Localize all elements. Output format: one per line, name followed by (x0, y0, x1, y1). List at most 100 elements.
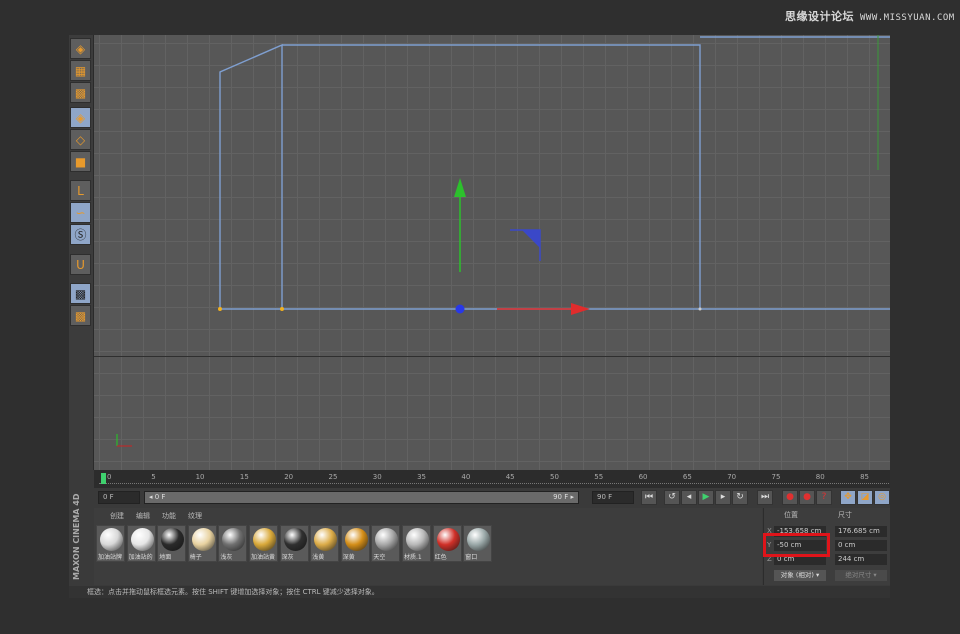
key-rotation-button[interactable]: ◎ (874, 490, 890, 505)
material-preview-ball (314, 528, 337, 551)
prev-key-button[interactable]: ↺ (664, 490, 680, 505)
timeline-tick: 0 (107, 473, 111, 481)
points-mode-icon[interactable]: ◈ (70, 107, 91, 128)
coordinate-mode-dropdown[interactable]: 对象 (相对) ▾ (774, 570, 826, 581)
material-label: 材质.1 (404, 552, 431, 561)
highlight-box (763, 533, 830, 557)
snap-magnet-icon[interactable]: U (70, 254, 91, 275)
material-label: 加油站牌 (98, 552, 125, 561)
timeline-tick: 80 (816, 473, 825, 481)
menu-function[interactable]: 功能 (162, 512, 176, 520)
tweak-icon[interactable]: ∽ (70, 202, 91, 223)
material-label: 浅灰 (220, 552, 247, 561)
size-header: 尺寸 (838, 510, 852, 520)
timeline-ruler[interactable]: 0510152025303540455055606570758085 (94, 470, 890, 488)
material-label: 深黄 (343, 552, 370, 561)
material-swatch[interactable]: 椅子 (188, 525, 217, 562)
material-label: 红色 (435, 552, 462, 561)
record-keys-button[interactable]: ● (782, 490, 798, 505)
timeline-tick: 15 (240, 473, 249, 481)
next-frame-button[interactable]: ▸ (715, 490, 731, 505)
menu-edit[interactable]: 编辑 (136, 512, 150, 520)
size-y-field[interactable]: 0 cm (835, 540, 887, 551)
spline-object (94, 35, 890, 470)
frame-controls: 0 F ◂ 0 F90 F ▸ 90 F ⏮ ↺ ◂ ▶ ▸ ↻ ⏭ ● ● ?… (94, 488, 890, 507)
prev-frame-button[interactable]: ◂ (681, 490, 697, 505)
material-swatch[interactable]: 浅黄 (310, 525, 339, 562)
material-preview-ball (437, 528, 460, 551)
key-scale-button[interactable]: ◪ (857, 490, 873, 505)
material-label: 椅子 (190, 552, 217, 561)
workplane-icon[interactable]: ▩ (70, 82, 91, 103)
timeline-tick: 40 (461, 473, 470, 481)
go-to-start-button[interactable]: ⏮ (641, 490, 657, 505)
viewport[interactable] (94, 35, 890, 470)
material-preview-ball (253, 528, 276, 551)
material-swatch[interactable]: 天空 (371, 525, 400, 562)
material-preview-ball (406, 528, 429, 551)
material-label: 地面 (159, 552, 186, 561)
timeline-tick: 5 (151, 473, 155, 481)
polygons-mode-icon[interactable]: ■ (70, 151, 91, 172)
left-toolbar: ◈ ▦ ▩ ◈ ◇ ■ L ∽ Ⓢ U ▩ ▩ (69, 35, 94, 470)
start-frame-field[interactable]: 0 F (98, 491, 140, 504)
timeline-tick: 75 (772, 473, 781, 481)
timeline-tick: 10 (196, 473, 205, 481)
size-x-field[interactable]: 176.685 cm (835, 526, 887, 537)
timeline-tick: 50 (550, 473, 559, 481)
play-button[interactable]: ▶ (698, 490, 714, 505)
timeline-tick: 55 (594, 473, 603, 481)
material-preview-ball (345, 528, 368, 551)
watermark: 思缘设计论坛WWW.MISSYUAN.COM (785, 8, 955, 24)
timeline-tick: 25 (329, 473, 338, 481)
workplane-lock-icon[interactable]: ▩ (70, 283, 91, 304)
key-position-button[interactable]: ✥ (840, 490, 856, 505)
size-z-field[interactable]: 244 cm (835, 554, 887, 565)
texture-mode-icon[interactable]: ▦ (70, 60, 91, 81)
material-label: 深灰 (282, 552, 309, 561)
next-key-button[interactable]: ↻ (732, 490, 748, 505)
move-gizmo (454, 178, 590, 315)
axis-indicator (117, 434, 132, 446)
material-swatch[interactable]: 材质.1 (402, 525, 431, 562)
material-swatch[interactable]: 地面 (157, 525, 186, 562)
position-header: 位置 (784, 510, 798, 520)
model-mode-icon[interactable]: ◈ (70, 38, 91, 59)
material-swatch[interactable]: 加油站牌 (96, 525, 125, 562)
material-swatch[interactable]: 窗口 (463, 525, 492, 562)
auto-key-button[interactable]: ● (799, 490, 815, 505)
material-label: 加油站的 (129, 552, 156, 561)
material-preview-ball (284, 528, 307, 551)
axis-icon[interactable]: L (70, 180, 91, 201)
keyframe-selection-button[interactable]: ? (816, 490, 832, 505)
material-preview-ball (222, 528, 245, 551)
material-preview-ball (467, 528, 490, 551)
playhead[interactable] (101, 473, 106, 484)
timeline-tick: 65 (683, 473, 692, 481)
material-swatch[interactable]: 加油站黄 (249, 525, 278, 562)
timeline-tick: 45 (506, 473, 515, 481)
material-swatch[interactable]: 红色 (433, 525, 462, 562)
menu-create[interactable]: 创建 (110, 512, 124, 520)
material-swatch[interactable]: 加油站的 (127, 525, 156, 562)
material-preview-ball (131, 528, 154, 551)
status-bar: 框选：点击并拖动鼠标框选元素。按住 SHIFT 键增加选择对象；按住 CTRL … (69, 586, 890, 598)
material-swatch[interactable]: 浅灰 (218, 525, 247, 562)
material-swatch[interactable]: 深黄 (341, 525, 370, 562)
frame-range-slider[interactable]: ◂ 0 F90 F ▸ (144, 491, 579, 504)
menu-texture[interactable]: 纹理 (188, 512, 202, 520)
end-frame-field[interactable]: 90 F (592, 491, 634, 504)
material-preview-ball (192, 528, 215, 551)
timeline-tick: 85 (860, 473, 869, 481)
timeline-tick: 30 (373, 473, 382, 481)
size-mode-dropdown[interactable]: 绝对尺寸 ▾ (835, 570, 887, 581)
material-preview-ball (375, 528, 398, 551)
go-to-end-button[interactable]: ⏭ (757, 490, 773, 505)
planar-workplane-icon[interactable]: ▩ (70, 305, 91, 326)
timeline-tick: 60 (639, 473, 648, 481)
material-preview-ball (161, 528, 184, 551)
material-swatch[interactable]: 深灰 (280, 525, 309, 562)
edges-mode-icon[interactable]: ◇ (70, 129, 91, 150)
material-menu: 创建 编辑 功能 纹理 (98, 511, 214, 521)
solo-icon[interactable]: Ⓢ (70, 224, 91, 245)
